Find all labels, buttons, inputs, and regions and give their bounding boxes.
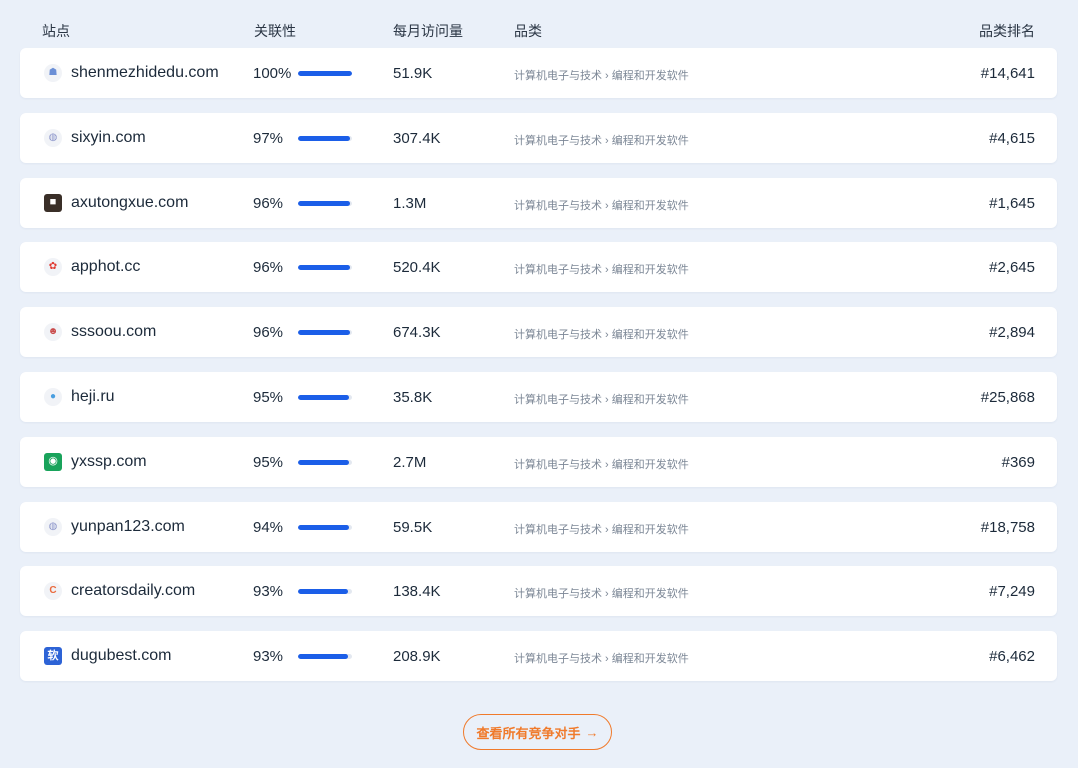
- column-header-monthly-visits: 每月访问量: [393, 23, 463, 39]
- relevance-value: 93%: [253, 583, 284, 601]
- site-domain-link[interactable]: axutongxue.com: [71, 194, 188, 212]
- category-rank-value: #4,615: [989, 129, 1035, 147]
- relevance-bar: [298, 135, 352, 141]
- relevance-bar: [298, 200, 352, 206]
- view-all-label: 查看所有竞争对手: [476, 725, 581, 741]
- relevance-value: 96%: [253, 324, 284, 342]
- monthly-visits-value: 35.8K: [393, 389, 433, 406]
- category-rank-value: #2,894: [989, 324, 1035, 342]
- category-path: 计算机电子与技术 › 编程和开发软件: [514, 394, 689, 406]
- relevance-bar-fill: [298, 265, 350, 271]
- category-rank-value: #18,758: [980, 518, 1035, 536]
- relevance-value: 95%: [253, 453, 284, 471]
- table-row[interactable]: ✿ apphot.cc 96% 520.4K 计算机电子与技术 › 编程和开发软…: [20, 242, 1057, 293]
- relevance-value: 97%: [253, 129, 284, 147]
- table-row[interactable]: ☻ sssoou.com 96% 674.3K 计算机电子与技术 › 编程和开发…: [20, 307, 1057, 358]
- relevance-bar-fill: [298, 395, 350, 400]
- circle-dot-icon: ●: [44, 388, 62, 406]
- table-row[interactable]: C creatorsdaily.com 93% 138.4K 计算机电子与技术 …: [20, 566, 1057, 617]
- person-photo-icon: ■: [44, 193, 62, 212]
- column-header-category: 品类: [514, 23, 542, 39]
- relevance-value: 100%: [253, 65, 292, 82]
- category-rank-value: #6,462: [989, 648, 1035, 666]
- site-domain-link[interactable]: sixyin.com: [71, 129, 146, 147]
- column-header-site: 站点: [42, 23, 70, 39]
- monthly-visits-value: 674.3K: [393, 324, 441, 342]
- table-row[interactable]: ■ axutongxue.com 96% 1.3M 计算机电子与技术 › 编程和…: [20, 177, 1057, 228]
- relevance-value: 95%: [253, 389, 284, 406]
- monthly-visits-value: 59.5K: [393, 518, 433, 536]
- category-rank-value: #369: [1001, 453, 1035, 471]
- category-rank-value: #25,868: [980, 389, 1035, 406]
- monthly-visits-value: 1.3M: [393, 194, 427, 212]
- face-icon: ☻: [44, 323, 62, 342]
- category-path: 计算机电子与技术 › 编程和开发软件: [514, 134, 689, 147]
- relevance-value: 93%: [253, 648, 284, 666]
- site-domain-link[interactable]: creatorsdaily.com: [71, 582, 195, 600]
- globe-icon: ◍: [44, 517, 62, 536]
- site-domain-link[interactable]: dugubest.com: [71, 647, 172, 665]
- table-row[interactable]: ☗ shenmezhidedu.com 100% 51.9K 计算机电子与技术 …: [20, 48, 1057, 98]
- relevance-bar-fill: [298, 589, 349, 595]
- table-header: 站点 关联性 每月访问量 品类 品类排名: [20, 18, 1057, 42]
- category-path: 计算机电子与技术 › 编程和开发软件: [514, 653, 689, 666]
- relevance-bar-fill: [298, 200, 350, 206]
- site-domain-link[interactable]: apphot.cc: [71, 258, 140, 276]
- relevance-bar-fill: [298, 524, 349, 530]
- relevance-bar-fill: [298, 330, 350, 336]
- column-header-category-rank: 品类排名: [979, 23, 1035, 39]
- table-row[interactable]: ◍ yunpan123.com 94% 59.5K 计算机电子与技术 › 编程和…: [20, 501, 1057, 552]
- monthly-visits-value: 51.9K: [393, 65, 433, 82]
- letter-c-icon: C: [44, 582, 62, 601]
- site-domain-link[interactable]: yunpan123.com: [71, 518, 185, 536]
- blue-figure-icon: ☗: [44, 64, 62, 82]
- monthly-visits-value: 307.4K: [393, 129, 441, 147]
- relevance-value: 96%: [253, 194, 284, 212]
- relevance-bar: [298, 330, 352, 336]
- site-domain-link[interactable]: sssoou.com: [71, 323, 156, 341]
- relevance-value: 94%: [253, 518, 284, 536]
- column-header-relevance: 关联性: [254, 23, 296, 39]
- category-path: 计算机电子与技术 › 编程和开发软件: [514, 70, 689, 82]
- monthly-visits-value: 2.7M: [393, 453, 427, 471]
- relevance-bar: [298, 524, 352, 530]
- table-row[interactable]: ◍ sixyin.com 97% 307.4K 计算机电子与技术 › 编程和开发…: [20, 112, 1057, 163]
- relevance-bar: [298, 265, 352, 271]
- relevance-bar: [298, 589, 352, 595]
- category-path: 计算机电子与技术 › 编程和开发软件: [514, 588, 689, 601]
- relevance-bar: [298, 395, 352, 400]
- monthly-visits-value: 138.4K: [393, 583, 441, 601]
- relevance-bar-fill: [298, 71, 352, 76]
- relevance-bar: [298, 654, 352, 660]
- red-logo-icon: ✿: [44, 258, 62, 277]
- site-domain-link[interactable]: yxssp.com: [71, 453, 147, 471]
- arrow-right-icon: →: [585, 724, 599, 740]
- category-path: 计算机电子与技术 › 编程和开发软件: [514, 329, 689, 342]
- green-square-icon: ◉: [44, 452, 62, 471]
- table-row[interactable]: 软 dugubest.com 93% 208.9K 计算机电子与技术 › 编程和…: [20, 631, 1057, 682]
- relevance-bar: [298, 459, 352, 465]
- category-path: 计算机电子与技术 › 编程和开发软件: [514, 458, 689, 471]
- table-row[interactable]: ● heji.ru 95% 35.8K 计算机电子与技术 › 编程和开发软件 #…: [20, 372, 1057, 422]
- table-row[interactable]: ◉ yxssp.com 95% 2.7M 计算机电子与技术 › 编程和开发软件 …: [20, 436, 1057, 487]
- category-rank-value: #7,249: [989, 583, 1035, 601]
- category-rank-value: #14,641: [980, 65, 1035, 82]
- category-path: 计算机电子与技术 › 编程和开发软件: [514, 523, 689, 536]
- globe-icon: ◍: [44, 128, 62, 147]
- relevance-bar-fill: [298, 135, 351, 141]
- monthly-visits-value: 208.9K: [393, 648, 441, 666]
- category-rank-value: #2,645: [989, 259, 1035, 277]
- relevance-bar-fill: [298, 459, 350, 465]
- view-all-competitors-button[interactable]: 查看所有竞争对手 →: [463, 714, 612, 750]
- category-path: 计算机电子与技术 › 编程和开发软件: [514, 199, 689, 212]
- site-domain-link[interactable]: heji.ru: [71, 388, 115, 406]
- monthly-visits-value: 520.4K: [393, 259, 441, 277]
- category-rank-value: #1,645: [989, 194, 1035, 212]
- relevance-value: 96%: [253, 259, 284, 277]
- relevance-bar: [298, 71, 352, 76]
- category-path: 计算机电子与技术 › 编程和开发软件: [514, 264, 689, 277]
- blue-square-logo-icon: 软: [44, 647, 62, 666]
- relevance-bar-fill: [298, 654, 349, 660]
- site-domain-link[interactable]: shenmezhidedu.com: [71, 64, 219, 82]
